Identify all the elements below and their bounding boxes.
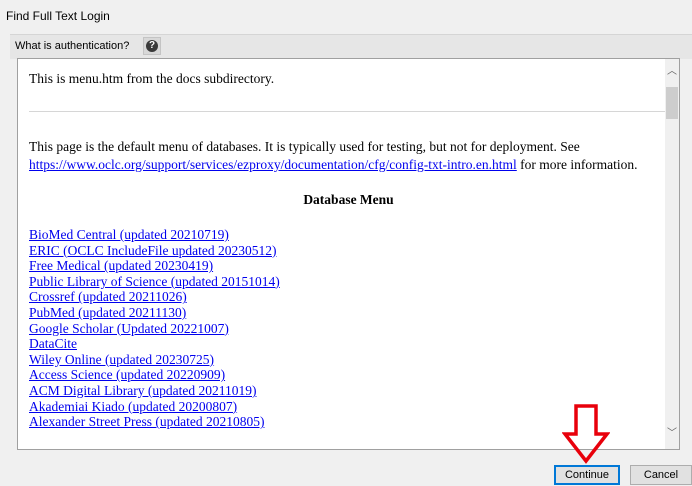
list-item: ACM Digital Library (updated 20211019) [29,383,280,399]
list-item: Crossref (updated 20211026) [29,289,280,305]
description-tail: for more information. [516,157,638,172]
database-link[interactable]: Access Science (updated 20220909) [29,367,225,382]
list-item: Wiley Online (updated 20230725) [29,352,280,368]
question-circle-icon: ? [146,40,158,52]
database-menu-heading: Database Menu [303,192,394,207]
horizontal-rule [29,111,670,112]
database-link[interactable]: ACM Digital Library (updated 20211019) [29,383,256,398]
scroll-thumb[interactable] [666,87,678,119]
config-doc-link[interactable]: https://www.oclc.org/support/services/ez… [29,157,517,172]
database-link[interactable]: Public Library of Science (updated 20151… [29,274,280,289]
database-link[interactable]: DataCite [29,336,77,351]
database-link[interactable]: BioMed Central (updated 20210719) [29,227,229,242]
description-text: This page is the default menu of databas… [29,139,580,154]
database-link[interactable]: Akademiai Kiado (updated 20200807) [29,399,237,414]
list-item: Free Medical (updated 20230419) [29,258,280,274]
list-item: PubMed (updated 20211130) [29,305,280,321]
list-item: DataCite [29,336,280,352]
list-item: Google Scholar (Updated 20221007) [29,321,280,337]
list-item: BioMed Central (updated 20210719) [29,227,280,243]
list-item: Akademiai Kiado (updated 20200807) [29,399,280,415]
list-item: Alexander Street Press (updated 20210805… [29,414,280,430]
web-content-pane: This is menu.htm from the docs subdirect… [17,58,680,450]
database-list: BioMed Central (updated 20210719) ERIC (O… [29,227,280,430]
database-link[interactable]: Google Scholar (Updated 20221007) [29,321,229,336]
intro-text: This is menu.htm from the docs subdirect… [29,71,275,86]
window-title: Find Full Text Login [6,9,110,23]
auth-help-label: What is authentication? [15,40,130,52]
cancel-button[interactable]: Cancel [630,465,692,485]
toolbar: What is authentication? ? [10,34,692,59]
help-button[interactable]: ? [143,37,161,55]
database-link[interactable]: Free Medical (updated 20230419) [29,258,213,273]
scroll-down-icon[interactable]: ﹀ [667,429,677,439]
database-link[interactable]: Wiley Online (updated 20230725) [29,352,214,367]
continue-button[interactable]: Continue [554,465,620,485]
database-link[interactable]: PubMed (updated 20211130) [29,305,186,320]
list-item: ERIC (OCLC IncludeFile updated 20230512) [29,243,280,259]
red-down-arrow-icon [562,404,610,464]
vertical-scrollbar[interactable]: ︿ ﹀ [665,59,679,449]
list-item: Public Library of Science (updated 20151… [29,274,280,290]
description-paragraph: This page is the default menu of databas… [29,138,669,174]
database-link[interactable]: Alexander Street Press (updated 20210805… [29,414,264,429]
database-link[interactable]: ERIC (OCLC IncludeFile updated 20230512) [29,243,276,258]
scroll-up-icon[interactable]: ︿ [667,67,677,77]
list-item: Access Science (updated 20220909) [29,367,280,383]
database-link[interactable]: Crossref (updated 20211026) [29,289,187,304]
